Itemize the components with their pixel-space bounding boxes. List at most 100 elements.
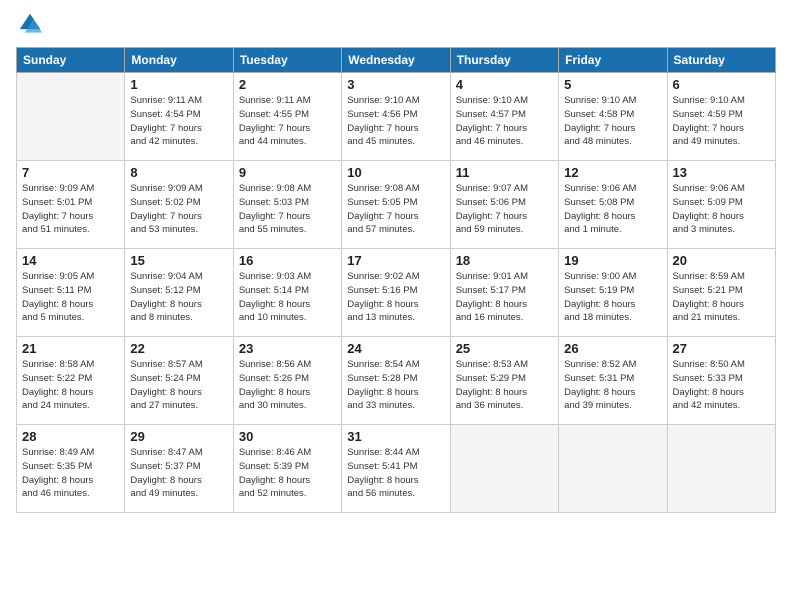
calendar-cell: 2Sunrise: 9:11 AMSunset: 4:55 PMDaylight… xyxy=(233,73,341,161)
week-row-3: 14 Sunrise: 9:05 AMSunset: 5:11 PMDayligh… xyxy=(17,249,776,337)
header xyxy=(16,12,776,39)
day-info: Sunrise: 9:10 AMSunset: 4:57 PMDaylight:… xyxy=(456,94,553,149)
calendar-cell: 15Sunrise: 9:04 AMSunset: 5:12 PMDayligh… xyxy=(125,249,233,337)
day-info: Sunrise: 9:10 AMSunset: 4:56 PMDaylight:… xyxy=(347,94,444,149)
calendar-cell: 21Sunrise: 8:58 AMSunset: 5:22 PMDayligh… xyxy=(17,337,125,425)
day-number: 27 xyxy=(673,341,770,356)
day-number: 18 xyxy=(456,253,553,268)
day-number: 12 xyxy=(564,165,661,180)
day-info: Sunrise: 9:07 AMSunset: 5:06 PMDaylight:… xyxy=(456,182,553,237)
day-info: Sunrise: 9:04 AMSunset: 5:12 PMDaylight:… xyxy=(130,270,227,325)
day-number: 31 xyxy=(347,429,444,444)
calendar-cell: 30 Sunrise: 8:46 AMSunset: 5:39 PMDayligh… xyxy=(233,425,341,513)
calendar-cell: 9Sunrise: 9:08 AMSunset: 5:03 PMDaylight… xyxy=(233,161,341,249)
page: SundayMondayTuesdayWednesdayThursdayFrid… xyxy=(0,0,792,612)
day-info: Sunrise: 8:44 AMSunset: 5:41 PMDaylight:… xyxy=(347,446,444,501)
calendar-cell xyxy=(559,425,667,513)
calendar-cell: 6 Sunrise: 9:10 AMSunset: 4:59 PMDaylight… xyxy=(667,73,775,161)
day-info: Sunrise: 9:05 AMSunset: 5:11 PMDaylight:… xyxy=(22,270,119,325)
day-number: 6 xyxy=(673,77,770,92)
calendar-cell: 13Sunrise: 9:06 AMSunset: 5:09 PMDayligh… xyxy=(667,161,775,249)
calendar-cell: 1 Sunrise: 9:11 AMSunset: 4:54 PMDaylight… xyxy=(125,73,233,161)
calendar-cell: 14 Sunrise: 9:05 AMSunset: 5:11 PMDayligh… xyxy=(17,249,125,337)
week-row-2: 7Sunrise: 9:09 AMSunset: 5:01 PMDaylight… xyxy=(17,161,776,249)
calendar-cell: 24Sunrise: 8:54 AMSunset: 5:28 PMDayligh… xyxy=(342,337,450,425)
calendar-cell: 29Sunrise: 8:47 AMSunset: 5:37 PMDayligh… xyxy=(125,425,233,513)
logo-icon xyxy=(18,12,42,36)
weekday-header-monday: Monday xyxy=(125,48,233,73)
day-info: Sunrise: 9:00 AMSunset: 5:19 PMDaylight:… xyxy=(564,270,661,325)
day-number: 25 xyxy=(456,341,553,356)
calendar-cell xyxy=(17,73,125,161)
day-info: Sunrise: 8:56 AMSunset: 5:26 PMDaylight:… xyxy=(239,358,336,413)
calendar-table: SundayMondayTuesdayWednesdayThursdayFrid… xyxy=(16,47,776,513)
calendar-cell: 3 Sunrise: 9:10 AMSunset: 4:56 PMDaylight… xyxy=(342,73,450,161)
day-number: 14 xyxy=(22,253,119,268)
weekday-header-thursday: Thursday xyxy=(450,48,558,73)
day-info: Sunrise: 9:09 AMSunset: 5:01 PMDaylight:… xyxy=(22,182,119,237)
calendar-cell: 31 Sunrise: 8:44 AMSunset: 5:41 PMDayligh… xyxy=(342,425,450,513)
day-info: Sunrise: 9:11 AMSunset: 4:55 PMDaylight:… xyxy=(239,94,336,149)
day-number: 8 xyxy=(130,165,227,180)
day-info: Sunrise: 9:08 AMSunset: 5:05 PMDaylight:… xyxy=(347,182,444,237)
day-info: Sunrise: 8:59 AMSunset: 5:21 PMDaylight:… xyxy=(673,270,770,325)
calendar-cell: 8 Sunrise: 9:09 AMSunset: 5:02 PMDaylight… xyxy=(125,161,233,249)
logo xyxy=(16,12,46,39)
calendar-cell: 19 Sunrise: 9:00 AMSunset: 5:19 PMDayligh… xyxy=(559,249,667,337)
calendar-cell: 4 Sunrise: 9:10 AMSunset: 4:57 PMDaylight… xyxy=(450,73,558,161)
calendar-cell: 16Sunrise: 9:03 AMSunset: 5:14 PMDayligh… xyxy=(233,249,341,337)
day-info: Sunrise: 9:08 AMSunset: 5:03 PMDaylight:… xyxy=(239,182,336,237)
calendar-cell: 7Sunrise: 9:09 AMSunset: 5:01 PMDaylight… xyxy=(17,161,125,249)
calendar-cell: 11 Sunrise: 9:07 AMSunset: 5:06 PMDayligh… xyxy=(450,161,558,249)
weekday-header-saturday: Saturday xyxy=(667,48,775,73)
calendar-cell: 12Sunrise: 9:06 AMSunset: 5:08 PMDayligh… xyxy=(559,161,667,249)
week-row-4: 21Sunrise: 8:58 AMSunset: 5:22 PMDayligh… xyxy=(17,337,776,425)
day-info: Sunrise: 9:10 AMSunset: 4:59 PMDaylight:… xyxy=(673,94,770,149)
calendar-cell: 22Sunrise: 8:57 AMSunset: 5:24 PMDayligh… xyxy=(125,337,233,425)
day-info: Sunrise: 9:10 AMSunset: 4:58 PMDaylight:… xyxy=(564,94,661,149)
weekday-header-tuesday: Tuesday xyxy=(233,48,341,73)
calendar-cell: 28 Sunrise: 8:49 AMSunset: 5:35 PMDayligh… xyxy=(17,425,125,513)
day-info: Sunrise: 8:50 AMSunset: 5:33 PMDaylight:… xyxy=(673,358,770,413)
day-info: Sunrise: 9:09 AMSunset: 5:02 PMDaylight:… xyxy=(130,182,227,237)
day-info: Sunrise: 9:02 AMSunset: 5:16 PMDaylight:… xyxy=(347,270,444,325)
day-number: 30 xyxy=(239,429,336,444)
calendar-cell: 20 Sunrise: 8:59 AMSunset: 5:21 PMDayligh… xyxy=(667,249,775,337)
weekday-header-sunday: Sunday xyxy=(17,48,125,73)
calendar-cell: 5Sunrise: 9:10 AMSunset: 4:58 PMDaylight… xyxy=(559,73,667,161)
day-info: Sunrise: 8:49 AMSunset: 5:35 PMDaylight:… xyxy=(22,446,119,501)
day-info: Sunrise: 9:06 AMSunset: 5:09 PMDaylight:… xyxy=(673,182,770,237)
day-info: Sunrise: 9:03 AMSunset: 5:14 PMDaylight:… xyxy=(239,270,336,325)
day-info: Sunrise: 9:11 AMSunset: 4:54 PMDaylight:… xyxy=(130,94,227,149)
day-info: Sunrise: 8:47 AMSunset: 5:37 PMDaylight:… xyxy=(130,446,227,501)
day-number: 21 xyxy=(22,341,119,356)
day-number: 19 xyxy=(564,253,661,268)
day-number: 3 xyxy=(347,77,444,92)
weekday-header-wednesday: Wednesday xyxy=(342,48,450,73)
calendar-cell xyxy=(667,425,775,513)
day-number: 10 xyxy=(347,165,444,180)
day-info: Sunrise: 8:54 AMSunset: 5:28 PMDaylight:… xyxy=(347,358,444,413)
day-number: 17 xyxy=(347,253,444,268)
calendar-cell: 26Sunrise: 8:52 AMSunset: 5:31 PMDayligh… xyxy=(559,337,667,425)
calendar-cell xyxy=(450,425,558,513)
calendar-cell: 18 Sunrise: 9:01 AMSunset: 5:17 PMDayligh… xyxy=(450,249,558,337)
day-number: 11 xyxy=(456,165,553,180)
day-info: Sunrise: 9:01 AMSunset: 5:17 PMDaylight:… xyxy=(456,270,553,325)
calendar-cell: 23 Sunrise: 8:56 AMSunset: 5:26 PMDayligh… xyxy=(233,337,341,425)
week-row-5: 28 Sunrise: 8:49 AMSunset: 5:35 PMDayligh… xyxy=(17,425,776,513)
day-info: Sunrise: 8:53 AMSunset: 5:29 PMDaylight:… xyxy=(456,358,553,413)
week-row-1: 1 Sunrise: 9:11 AMSunset: 4:54 PMDaylight… xyxy=(17,73,776,161)
day-number: 26 xyxy=(564,341,661,356)
day-info: Sunrise: 8:46 AMSunset: 5:39 PMDaylight:… xyxy=(239,446,336,501)
weekday-header-row: SundayMondayTuesdayWednesdayThursdayFrid… xyxy=(17,48,776,73)
day-info: Sunrise: 8:57 AMSunset: 5:24 PMDaylight:… xyxy=(130,358,227,413)
day-number: 20 xyxy=(673,253,770,268)
weekday-header-friday: Friday xyxy=(559,48,667,73)
calendar-cell: 25 Sunrise: 8:53 AMSunset: 5:29 PMDayligh… xyxy=(450,337,558,425)
day-number: 28 xyxy=(22,429,119,444)
day-number: 23 xyxy=(239,341,336,356)
day-number: 4 xyxy=(456,77,553,92)
day-number: 1 xyxy=(130,77,227,92)
calendar-cell: 10 Sunrise: 9:08 AMSunset: 5:05 PMDayligh… xyxy=(342,161,450,249)
